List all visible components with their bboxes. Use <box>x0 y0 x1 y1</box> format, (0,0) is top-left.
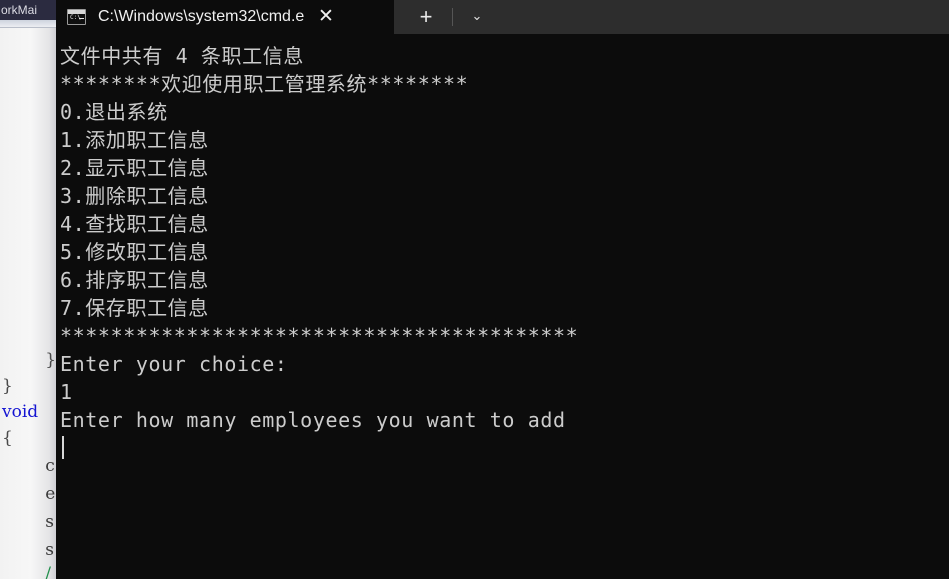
console-input-line[interactable] <box>60 434 949 462</box>
background-code-line: / <box>2 564 51 579</box>
background-code-line: e <box>2 484 56 504</box>
new-tab-plus-icon[interactable]: + <box>404 2 448 32</box>
console-line: 0.退出系统 <box>60 100 168 124</box>
background-code-line: { <box>2 428 13 448</box>
console-line: 3.删除职工信息 <box>60 184 209 208</box>
terminal-window: C:\ C:\Windows\system32\cmd.e ✕ + ⌄ 文件中共… <box>56 0 949 579</box>
background-code-line: } <box>2 376 13 396</box>
cmd-console-icon-underscore <box>79 18 84 19</box>
background-code-line: } <box>2 350 56 370</box>
console-line: 5.修改职工信息 <box>60 240 209 264</box>
background-editor-title: orkMai <box>0 0 56 20</box>
background-code-line: s <box>2 512 54 532</box>
background-code-line: c <box>2 456 55 476</box>
console-line: ********欢迎使用职工管理系统******** <box>60 72 469 96</box>
text-cursor <box>62 436 64 459</box>
background-editor-tabstrip <box>0 20 56 28</box>
tabbar-empty-area: + ⌄ <box>394 0 949 34</box>
console-line: 文件中共有 4 条职工信息 <box>60 44 304 68</box>
chevron-down-icon[interactable]: ⌄ <box>459 2 495 32</box>
cmd-console-icon: C:\ <box>67 9 86 25</box>
background-editor-window[interactable]: orkMai }} void { c e s s / <box>0 0 56 579</box>
console-line: 4.查找职工信息 <box>60 212 209 236</box>
terminal-titlebar[interactable]: C:\ C:\Windows\system32\cmd.e ✕ + ⌄ <box>56 0 949 34</box>
console-output[interactable]: 文件中共有 4 条职工信息 ********欢迎使用职工管理系统******** 0… <box>56 34 949 579</box>
background-code-line: void <box>2 402 44 422</box>
tabbar-divider <box>452 8 453 26</box>
console-line: 7.保存职工信息 <box>60 296 209 320</box>
console-line: 2.显示职工信息 <box>60 156 209 180</box>
console-line: Enter your choice: <box>60 352 288 376</box>
close-icon[interactable]: ✕ <box>316 7 336 27</box>
console-line: 1 <box>60 380 73 404</box>
tab-cmd[interactable]: C:\ C:\Windows\system32\cmd.e ✕ <box>56 0 394 34</box>
tab-title: C:\Windows\system32\cmd.e <box>98 8 305 25</box>
background-code-line: s <box>2 540 54 560</box>
screen: orkMai }} void { c e s s / C:\ C:\Windows… <box>0 0 949 579</box>
console-line: ****************************************… <box>60 324 579 348</box>
console-line: Enter how many employees you want to add <box>60 408 566 432</box>
console-line: 6.排序职工信息 <box>60 268 209 292</box>
console-line: 1.添加职工信息 <box>60 128 209 152</box>
console-text: 文件中共有 4 条职工信息 ********欢迎使用职工管理系统******** 0… <box>60 42 949 434</box>
